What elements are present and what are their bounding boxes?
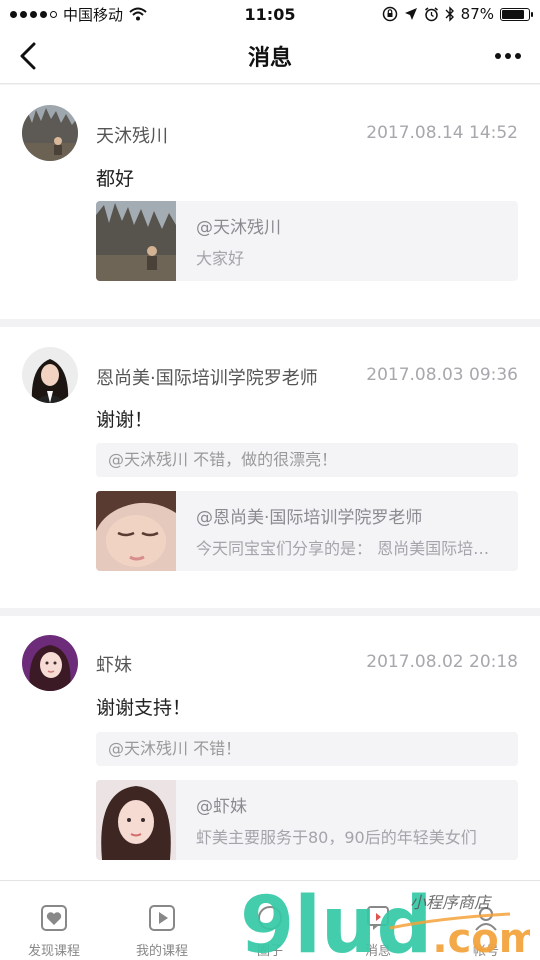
message-item[interactable]: 虾妹 2017.08.02 20:18 谢谢支持！ @天沐残川 不错！ @虾妹 … <box>0 616 540 880</box>
message-text: 谢谢支持！ <box>96 697 192 719</box>
more-dot <box>515 53 521 59</box>
message-text: 都好 <box>96 168 135 190</box>
bluetooth-icon <box>445 6 454 22</box>
tab-bar: 发现课程 我的课程 圈子 消息 帐号 <box>0 880 540 960</box>
circle-icon <box>255 903 285 933</box>
orientation-lock-icon <box>382 6 397 22</box>
more-dot <box>505 53 511 59</box>
status-bar: 中国移动 11:05 87% <box>0 0 540 28</box>
post-author: @恩尚美·国际培训学院罗老师 <box>196 508 423 528</box>
play-box-icon <box>147 903 177 933</box>
referenced-post[interactable]: @恩尚美·国际培训学院罗老师 今天同宝宝们分享的是： 恩尚美国际培训学院 <box>96 491 518 571</box>
message-item[interactable]: 恩尚美·国际培训学院罗老师 2017.08.03 09:36 谢谢！ @天沐残川… <box>0 327 540 608</box>
wifi-icon <box>129 7 147 21</box>
username[interactable]: 虾妹 <box>96 651 132 677</box>
carrier-label: 中国移动 <box>63 5 124 24</box>
tab-account[interactable]: 帐号 <box>432 881 540 960</box>
referenced-post[interactable]: @天沐残川 大家好 <box>96 201 518 281</box>
battery-icon <box>500 7 533 21</box>
chevron-left-icon <box>20 42 36 70</box>
post-author: @虾妹 <box>196 797 247 817</box>
page-title: 消息 <box>247 45 292 71</box>
timestamp: 2017.08.14 14:52 <box>366 123 518 143</box>
tab-messages[interactable]: 消息 <box>324 881 432 960</box>
username[interactable]: 天沐残川 <box>96 122 168 148</box>
post-snippet: 虾美主要服务于80，90后的年轻美女们 <box>196 828 477 847</box>
tab-label: 发现课程 <box>27 944 80 959</box>
signal-icon <box>10 10 57 18</box>
message-list[interactable]: 天沐残川 2017.08.14 14:52 都好 @天沐残川 大家好 恩尚美·国… <box>0 85 540 880</box>
avatar[interactable] <box>22 347 78 403</box>
tab-label: 圈子 <box>256 944 283 959</box>
post-thumbnail <box>96 491 176 571</box>
heart-box-icon <box>39 903 69 933</box>
username[interactable]: 恩尚美·国际培训学院罗老师 <box>96 364 318 390</box>
tab-label: 消息 <box>364 944 391 959</box>
status-left: 中国移动 <box>10 4 147 25</box>
more-dot <box>495 53 501 59</box>
message-text: 谢谢！ <box>96 409 154 431</box>
referenced-post[interactable]: @虾妹 虾美主要服务于80，90后的年轻美女们 <box>96 780 518 860</box>
account-icon <box>471 903 501 933</box>
post-thumbnail <box>96 201 176 281</box>
post-snippet: 大家好 <box>196 249 245 268</box>
avatar[interactable] <box>22 635 78 691</box>
battery-percent: 87% <box>460 5 494 23</box>
back-button[interactable] <box>12 38 44 74</box>
tab-label: 帐号 <box>472 944 499 959</box>
post-thumbnail <box>96 780 176 860</box>
post-snippet: 今天同宝宝们分享的是： 恩尚美国际培训学院 <box>196 539 496 558</box>
message-item[interactable]: 天沐残川 2017.08.14 14:52 都好 @天沐残川 大家好 <box>0 85 540 319</box>
tab-discover[interactable]: 发现课程 <box>0 881 108 960</box>
nav-bar: 消息 <box>0 28 540 84</box>
post-author: @天沐残川 <box>196 218 281 238</box>
alarm-icon <box>424 6 438 21</box>
quoted-comment[interactable]: @天沐残川 不错，做的很漂亮！ <box>96 443 518 477</box>
timestamp: 2017.08.02 20:18 <box>366 652 518 672</box>
location-icon <box>404 8 417 20</box>
message-icon <box>363 903 393 933</box>
tab-circle[interactable]: 圈子 <box>216 881 324 960</box>
tab-my-courses[interactable]: 我的课程 <box>108 881 216 960</box>
avatar[interactable] <box>22 105 78 161</box>
tab-label: 我的课程 <box>135 944 188 959</box>
status-right: 87% <box>382 5 533 23</box>
quoted-comment[interactable]: @天沐残川 不错！ <box>96 732 518 766</box>
timestamp: 2017.08.03 09:36 <box>366 365 518 385</box>
more-button[interactable] <box>490 42 526 70</box>
